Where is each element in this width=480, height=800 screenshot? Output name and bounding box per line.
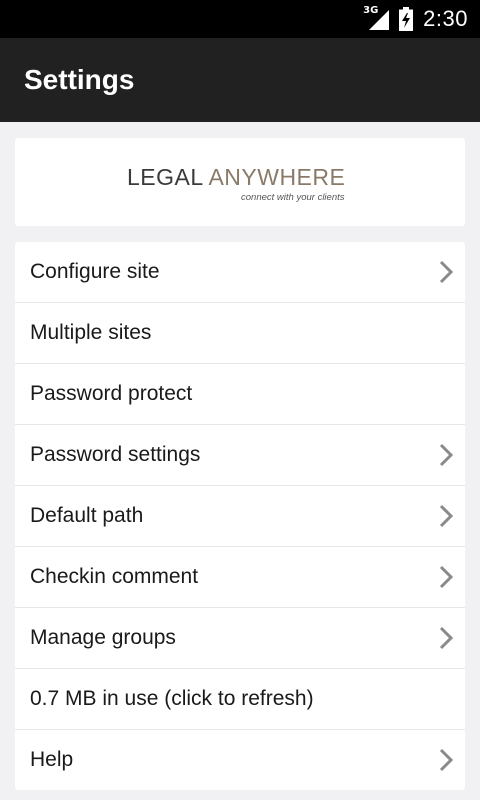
chevron-right-icon <box>439 504 453 528</box>
settings-item-checkin-comment[interactable]: Checkin comment <box>15 547 465 608</box>
settings-item-configure-site[interactable]: Configure site <box>15 242 465 303</box>
logo-word-legal: LEGAL <box>127 164 203 190</box>
status-icons: 3G 2:30 <box>363 0 468 38</box>
settings-item-manage-groups[interactable]: Manage groups <box>15 608 465 669</box>
status-clock: 2:30 <box>423 6 468 31</box>
logo-card: LEGAL ANYWHERE connect with your clients <box>15 138 465 226</box>
settings-item-storage-usage[interactable]: 0.7 MB in use (click to refresh) <box>15 669 465 730</box>
logo-tagline: connect with your clients <box>241 192 345 203</box>
chevron-right-icon <box>439 260 453 284</box>
settings-list: Configure site Multiple sites Password p… <box>15 242 465 790</box>
settings-item-password-protect[interactable]: Password protect <box>15 364 465 425</box>
status-bar: 3G 2:30 <box>0 0 480 38</box>
settings-item-default-path[interactable]: Default path <box>15 486 465 547</box>
logo-wordmark: LEGAL ANYWHERE <box>127 164 367 190</box>
settings-item-label: Password protect <box>30 382 193 405</box>
settings-item-label: Multiple sites <box>30 321 152 344</box>
settings-item-label: Configure site <box>30 260 160 283</box>
settings-item-help[interactable]: Help <box>15 730 465 790</box>
settings-item-label: Checkin comment <box>30 565 199 588</box>
settings-item-label: 0.7 MB in use (click to refresh) <box>30 687 314 710</box>
chevron-right-icon <box>439 626 453 650</box>
app-bar: Settings <box>0 38 480 122</box>
signal-icon <box>369 10 390 30</box>
settings-item-label: Help <box>30 748 74 771</box>
settings-item-password-settings[interactable]: Password settings <box>15 425 465 486</box>
chevron-right-icon <box>439 443 453 467</box>
chevron-right-icon <box>439 565 453 589</box>
legal-anywhere-logo: LEGAL ANYWHERE connect with your clients <box>127 164 367 203</box>
page-title: Settings <box>24 64 135 95</box>
settings-item-label: Manage groups <box>30 626 176 649</box>
settings-item-label: Password settings <box>30 443 201 466</box>
battery-charging-icon <box>399 7 414 31</box>
settings-item-multiple-sites[interactable]: Multiple sites <box>15 303 465 364</box>
logo-word-anywhere: ANYWHERE <box>208 164 346 190</box>
settings-item-label: Default path <box>30 504 144 527</box>
signal-indicator: 3G <box>363 5 390 31</box>
chevron-right-icon <box>439 748 453 772</box>
